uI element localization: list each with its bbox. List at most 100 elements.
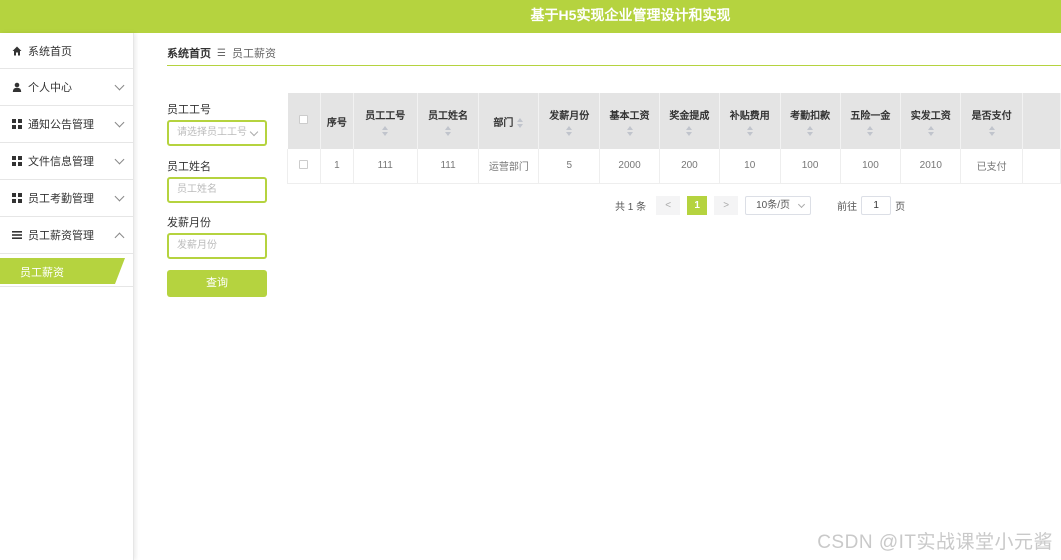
sidebar-subitem-label: 员工薪资 [20,267,64,279]
employee-name-input[interactable]: 员工姓名 [167,177,267,203]
user-icon [12,82,22,92]
list-icon [12,230,22,240]
page-size-select[interactable]: 10条/页 [745,196,812,215]
chevron-down-icon [249,127,259,137]
sort-icon[interactable] [927,125,935,136]
column-header: 序号 [320,93,354,149]
sort-icon[interactable] [806,125,814,136]
sidebar-item-label: 员工薪资管理 [28,230,94,242]
column-header[interactable]: 考勤扣款 [780,93,841,149]
column-header[interactable]: 五险一金 [840,93,902,149]
table-cell: 1 [320,149,354,184]
table-cell-actions [1022,149,1061,184]
breadcrumb-home[interactable]: 系统首页 [167,45,211,61]
watermark: CSDN @IT实战课堂小元酱 [817,532,1053,553]
sort-icon[interactable] [516,117,524,128]
sidebar-item-attendance-management[interactable]: 员工考勤管理 [0,180,133,217]
sidebar-item-home[interactable]: 系统首页 [0,33,133,69]
employee-no-select[interactable]: 请选择员工工号 [167,120,267,146]
table-header-row: 序号 员工工号 员工姓名 部门 发薪月份 基本工资 奖金提成 补贴费用 考勤扣款… [287,93,1061,149]
column-header[interactable]: 补贴费用 [719,93,781,149]
main-content: 系统首页 ☰ 员工薪资 员工工号 请选择员工工号 员工姓名 员工姓名 发薪月份 … [150,33,1061,560]
sort-icon[interactable] [685,125,693,136]
sidebar-item-label: 文件信息管理 [28,156,94,168]
employee-name-label: 员工姓名 [167,161,211,173]
grid-icon [12,193,22,203]
jump-prefix: 前往 [837,202,858,213]
table-cell: 5 [538,149,601,184]
query-button[interactable]: 查询 [167,270,267,297]
sidebar-item-salary-management[interactable]: 员工薪资管理 [0,217,133,254]
chevron-down-icon [798,200,806,209]
table-row[interactable]: 1 111 111 运营部门 5 2000 200 10 100 100 201… [287,149,1061,184]
column-header[interactable]: 员工姓名 [417,93,480,149]
employee-no-label: 员工工号 [167,104,211,116]
top-header: 基于H5实现企业管理设计和实现 [0,0,1061,33]
sort-icon[interactable] [381,125,389,136]
sort-icon[interactable] [988,125,996,136]
sort-icon[interactable] [565,125,573,136]
sort-icon[interactable] [444,125,452,136]
breadcrumb: 系统首页 ☰ 员工薪资 [167,45,276,61]
sidebar-item-label: 员工考勤管理 [28,193,94,205]
select-all-cell[interactable] [287,93,321,149]
chevron-up-icon [114,232,125,243]
pagination: 共 1 条 < 1 > 10条/页 前往 1 页 [615,196,905,215]
next-page-button[interactable]: > [714,196,739,215]
column-header[interactable]: 员工工号 [353,93,418,149]
sort-icon[interactable] [626,125,634,136]
page-size-value: 10条/页 [756,200,791,211]
employee-name-placeholder: 员工姓名 [177,184,217,195]
table-cell: 已支付 [960,149,1024,184]
column-header[interactable]: 发薪月份 [538,93,601,149]
table-cell: 100 [840,149,902,184]
chevron-down-icon [114,117,125,128]
table-cell: 2000 [599,149,660,184]
table-cell: 10 [719,149,781,184]
pagination-total: 共 1 条 [615,202,647,213]
sidebar-item-personal-center[interactable]: 个人中心 [0,69,133,106]
row-select-cell[interactable] [287,149,321,184]
column-header[interactable]: 奖金提成 [659,93,720,149]
column-header[interactable]: 是否支付 [960,93,1024,149]
sidebar-subitem-salary[interactable]: 员工薪资 [0,254,133,287]
chevron-down-icon [114,80,125,91]
home-icon [12,46,22,56]
salary-table: 序号 员工工号 员工姓名 部门 发薪月份 基本工资 奖金提成 补贴费用 考勤扣款… [287,93,1061,184]
column-header[interactable]: 实发工资 [900,93,962,149]
table-cell: 运营部门 [478,149,540,184]
pay-month-placeholder: 发薪月份 [177,240,217,251]
page-jump-input[interactable]: 1 [861,196,892,215]
employee-no-placeholder: 请选择员工工号 [177,127,247,138]
table-cell: 111 [353,149,418,184]
sort-icon[interactable] [746,125,754,136]
sort-icon[interactable] [866,125,874,136]
grid-icon [12,119,22,129]
prev-page-button[interactable]: < [656,196,681,215]
select-all-checkbox[interactable] [299,115,309,124]
column-header[interactable]: 基本工资 [599,93,660,149]
row-checkbox[interactable] [299,159,309,169]
chevron-down-icon [114,154,125,165]
page-number-current[interactable]: 1 [687,196,708,215]
table-cell: 100 [780,149,841,184]
chevron-down-icon [114,191,125,202]
pay-month-label: 发薪月份 [167,217,211,229]
column-header[interactable]: 部门 [478,93,540,149]
breadcrumb-current: 员工薪资 [231,48,276,60]
app-title: 基于H5实现企业管理设计和实现 [530,7,731,23]
breadcrumb-separator-icon: ☰ [217,47,226,59]
sidebar-item-label: 系统首页 [28,45,72,58]
sidebar-item-label: 通知公告管理 [28,119,94,131]
table-cell: 200 [659,149,720,184]
sidebar: 系统首页 个人中心 通知公告管理 文件信息管理 员工考勤管理 员工薪资管理 员工… [0,33,134,560]
column-header-actions [1022,93,1061,149]
sidebar-item-file-management[interactable]: 文件信息管理 [0,143,133,180]
pay-month-input[interactable]: 发薪月份 [167,233,267,259]
table-cell: 111 [417,149,480,184]
sidebar-item-notice-management[interactable]: 通知公告管理 [0,106,133,143]
table-cell: 2010 [900,149,962,184]
breadcrumb-divider [167,65,1061,66]
grid-icon [12,156,22,166]
jump-suffix: 页 [895,202,906,213]
